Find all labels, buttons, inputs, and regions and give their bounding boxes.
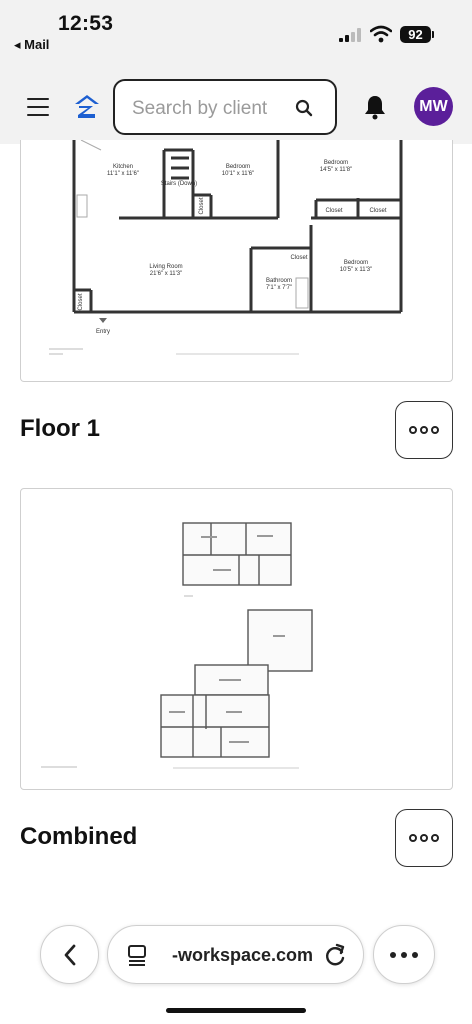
more-dot-icon	[409, 834, 417, 842]
room-label: Bedroom	[226, 164, 250, 170]
menu-icon[interactable]	[27, 98, 49, 116]
status-bar: 12:53 ◂ Mail 92	[0, 0, 472, 64]
room-label: Closet	[290, 255, 307, 261]
user-avatar[interactable]: MW	[414, 87, 453, 126]
browser-back-button[interactable]	[40, 925, 99, 984]
floor-plan-card[interactable]: Kitchen 11'1" x 11'6" Stairs (Down) Bedr…	[20, 140, 453, 382]
room-label: Bedroom	[324, 160, 348, 166]
room-label: Entry	[96, 329, 110, 335]
floor-plan-drawing: Kitchen 11'1" x 11'6" Stairs (Down) Bedr…	[49, 140, 403, 355]
room-label: Closet	[199, 197, 205, 214]
room-label: Bathroom	[266, 278, 292, 284]
app-screen: 12:53 ◂ Mail 92 Search by client MW Kitc…	[0, 0, 472, 1024]
room-dim: 10'5" x 11'3"	[340, 267, 372, 273]
room-label: Kitchen	[113, 164, 133, 170]
combined-plan-card[interactable]	[20, 488, 453, 790]
room-label: Stairs (Down)	[161, 181, 197, 187]
more-dot-icon	[420, 426, 428, 434]
zillow-logo-icon[interactable]	[74, 94, 100, 120]
room-label: Closet	[369, 208, 386, 214]
more-dot-icon	[409, 426, 417, 434]
more-dot-icon	[412, 951, 418, 958]
room-label: Closet	[78, 293, 84, 310]
search-placeholder: Search by client	[132, 98, 268, 119]
reload-icon[interactable]	[325, 943, 347, 967]
status-time: 12:53	[58, 12, 114, 35]
room-dim: 21'6" x 11'3"	[150, 271, 182, 277]
chevron-left-icon	[64, 944, 75, 965]
more-dot-icon	[431, 834, 439, 842]
page-menu-icon[interactable]	[126, 944, 148, 966]
room-dim: 7'1" x 7'7"	[266, 285, 292, 291]
combined-plan-drawing	[41, 522, 313, 769]
app-header: Search by client MW	[0, 64, 472, 144]
battery-indicator: 92	[400, 26, 434, 43]
floor-1-title: Floor 1	[20, 415, 101, 442]
search-icon[interactable]	[295, 99, 313, 117]
address-bar[interactable]: -workspace.com	[107, 925, 364, 984]
room-label: Living Room	[149, 264, 182, 270]
room-dim: 11'1" x 11'6"	[107, 171, 139, 177]
more-dot-icon	[431, 426, 439, 434]
room-label: Bedroom	[344, 260, 368, 266]
browser-more-button[interactable]	[373, 925, 435, 984]
more-dot-icon	[390, 951, 396, 958]
url-text: -workspace.com	[172, 945, 314, 965]
more-dot-icon	[420, 834, 428, 842]
floor-1-more-button[interactable]	[395, 401, 453, 459]
combined-title: Combined	[20, 823, 138, 850]
combined-more-button[interactable]	[395, 809, 453, 867]
room-label: Closet	[325, 208, 342, 214]
notifications-bell-icon[interactable]	[362, 94, 388, 120]
cellular-signal-icon	[339, 28, 361, 42]
search-input[interactable]: Search by client	[113, 79, 337, 135]
wifi-icon	[370, 25, 392, 43]
back-to-mail-link[interactable]: ◂ Mail	[14, 37, 49, 53]
more-dot-icon	[401, 951, 407, 958]
room-dim: 10'1" x 11'6"	[222, 171, 254, 177]
home-indicator	[166, 1008, 306, 1013]
room-dim: 14'5" x 11'8"	[320, 167, 352, 173]
